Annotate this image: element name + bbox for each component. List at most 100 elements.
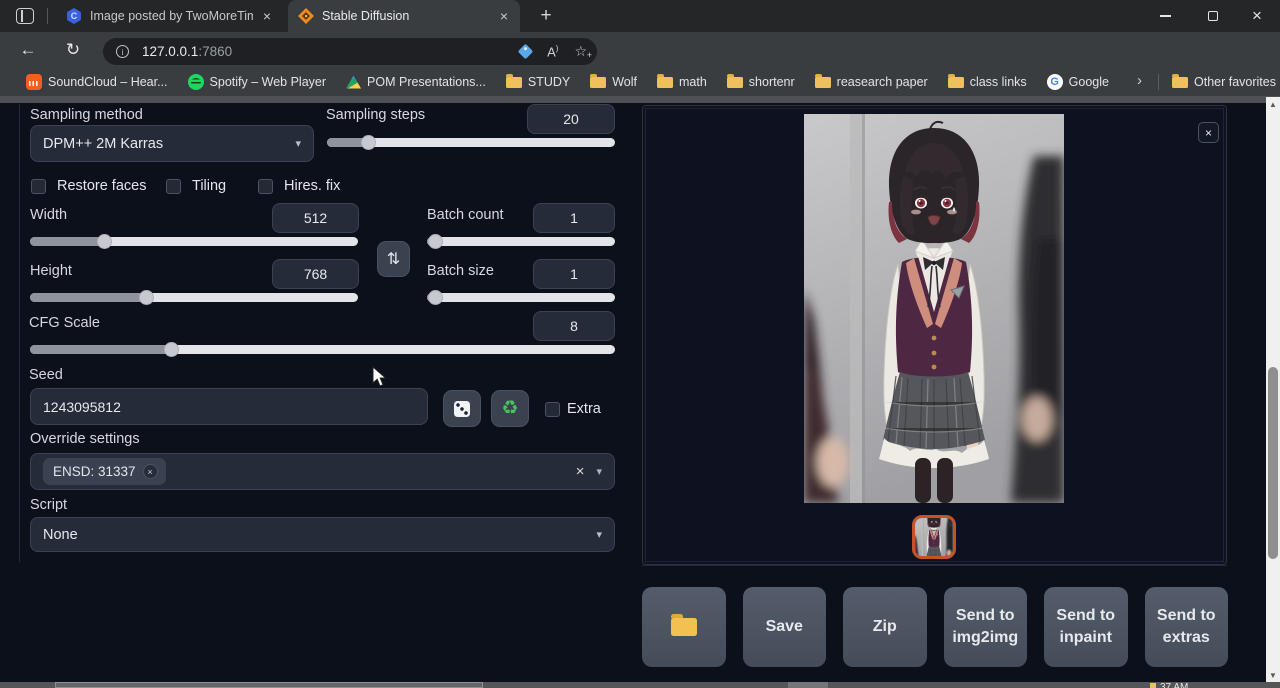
send-to-extras-button[interactable]: Send to extras bbox=[1145, 587, 1229, 667]
spotify-icon bbox=[188, 74, 204, 90]
height-input[interactable] bbox=[272, 259, 359, 289]
chevron-down-icon[interactable]: ▾ bbox=[596, 465, 602, 478]
bookmark-pom-presentations[interactable]: POM Presentations... bbox=[346, 75, 486, 89]
taskbar-clock: 37 AM bbox=[1150, 682, 1188, 688]
batch-count-input[interactable] bbox=[533, 203, 615, 233]
google-icon: G bbox=[1047, 74, 1063, 90]
site-info-icon[interactable]: i bbox=[116, 45, 129, 58]
bookmark-folder-wolf[interactable]: Wolf bbox=[590, 75, 637, 89]
horizontal-scrollbar-thumb[interactable] bbox=[55, 682, 483, 688]
bookmarks-overflow-chevron[interactable]: › bbox=[1137, 72, 1142, 89]
extra-checkbox[interactable] bbox=[545, 402, 560, 417]
divider bbox=[47, 8, 48, 24]
sampling-method-label: Sampling method bbox=[30, 107, 143, 123]
random-seed-button[interactable] bbox=[443, 390, 481, 427]
bookmark-folder-class-links[interactable]: class links bbox=[948, 75, 1027, 89]
refresh-button[interactable]: ↻ bbox=[60, 37, 86, 63]
address-bar[interactable]: i 127.0.0.1:7860 A) ☆+ bbox=[103, 38, 597, 65]
cfg-scale-input[interactable] bbox=[533, 311, 615, 341]
back-button[interactable]: ← bbox=[15, 37, 41, 63]
add-favorite-icon[interactable]: ☆+ bbox=[574, 43, 587, 60]
bookmark-soundcloud[interactable]: SoundCloud – Hear... bbox=[26, 74, 168, 90]
bookmark-google[interactable]: GGoogle bbox=[1047, 74, 1109, 90]
restore-faces-checkbox[interactable] bbox=[31, 179, 46, 194]
bookmark-folder-shortenr[interactable]: shortenr bbox=[727, 75, 795, 89]
scrolled-header-strip bbox=[0, 96, 1280, 103]
extra-label: Extra bbox=[567, 401, 601, 417]
gradio-favicon bbox=[298, 8, 314, 24]
close-tab-icon[interactable]: × bbox=[498, 8, 510, 24]
hires-fix-label: Hires. fix bbox=[284, 178, 340, 194]
clear-all-icon[interactable]: × bbox=[576, 463, 585, 480]
scroll-down-icon[interactable]: ▼ bbox=[1266, 668, 1280, 682]
zip-button[interactable]: Zip bbox=[843, 587, 927, 667]
minimize-button[interactable] bbox=[1142, 0, 1188, 32]
mouse-cursor bbox=[372, 366, 388, 388]
close-tab-icon[interactable]: × bbox=[261, 8, 273, 24]
new-tab-button[interactable]: + bbox=[532, 2, 560, 30]
override-chip-text: ENSD: 31337 bbox=[53, 464, 136, 479]
other-favorites[interactable]: Other favorites bbox=[1172, 68, 1276, 96]
tab-actions-icon[interactable] bbox=[16, 8, 34, 24]
width-label: Width bbox=[30, 207, 67, 223]
chevron-down-icon: ▾ bbox=[596, 528, 602, 541]
height-label: Height bbox=[30, 263, 72, 279]
sampling-steps-input[interactable] bbox=[527, 104, 615, 134]
vertical-scrollbar[interactable]: ▲ ▼ bbox=[1266, 97, 1280, 682]
close-window-button[interactable]: × bbox=[1234, 0, 1280, 32]
browser-tab-civitai[interactable]: C Image posted by TwoMoreTimes × bbox=[56, 0, 283, 32]
gallery-thumbnail-selected[interactable] bbox=[912, 515, 956, 559]
seed-input[interactable] bbox=[30, 388, 428, 425]
send-to-inpaint-button[interactable]: Send to inpaint bbox=[1044, 587, 1128, 667]
reuse-seed-button[interactable]: ♻ bbox=[491, 390, 529, 427]
tiling-label: Tiling bbox=[192, 178, 226, 194]
read-aloud-icon[interactable]: A) bbox=[547, 44, 558, 59]
divider bbox=[642, 565, 1227, 566]
browser-titlebar: C Image posted by TwoMoreTimes × Stable … bbox=[0, 0, 1280, 32]
tiling-checkbox[interactable] bbox=[166, 179, 181, 194]
tab-title: Image posted by TwoMoreTimes bbox=[90, 9, 253, 23]
bookmark-folder-research-paper[interactable]: reasearch paper bbox=[815, 75, 928, 89]
scroll-up-icon[interactable]: ▲ bbox=[1266, 97, 1280, 111]
folder-icon bbox=[1172, 77, 1188, 88]
folder-icon bbox=[671, 618, 697, 636]
bookmark-folder-math[interactable]: math bbox=[657, 75, 707, 89]
batch-size-input[interactable] bbox=[533, 259, 615, 289]
action-buttons-row: Save Zip Send to img2img Send to inpaint… bbox=[642, 587, 1228, 667]
tab-title: Stable Diffusion bbox=[322, 9, 490, 23]
folder-icon bbox=[657, 77, 673, 88]
remove-chip-icon[interactable]: × bbox=[143, 464, 158, 479]
folder-icon bbox=[815, 77, 831, 88]
civitai-favicon: C bbox=[66, 8, 82, 24]
override-chip[interactable]: ENSD: 31337 × bbox=[43, 458, 166, 485]
folder-icon bbox=[590, 77, 606, 88]
swap-dimensions-button[interactable]: ⇅ bbox=[377, 241, 410, 277]
soundcloud-icon bbox=[26, 74, 42, 90]
override-settings-box[interactable]: ENSD: 31337 × × ▾ bbox=[30, 453, 615, 490]
script-dropdown[interactable]: None ▾ bbox=[30, 517, 615, 552]
scrollbar-thumb[interactable] bbox=[1268, 367, 1278, 559]
hires-fix-checkbox[interactable] bbox=[258, 179, 273, 194]
sampling-method-dropdown[interactable]: DPM++ 2M Karras ▾ bbox=[30, 125, 314, 162]
folder-icon bbox=[506, 77, 522, 88]
save-button[interactable]: Save bbox=[743, 587, 827, 667]
restore-faces-label: Restore faces bbox=[57, 178, 146, 194]
bookmark-spotify[interactable]: Spotify – Web Player bbox=[188, 74, 327, 90]
open-folder-button[interactable] bbox=[642, 587, 726, 667]
generated-image[interactable] bbox=[804, 114, 1064, 503]
bookmark-folder-study[interactable]: STUDY bbox=[506, 75, 570, 89]
close-gallery-button[interactable]: × bbox=[1198, 122, 1219, 143]
script-label: Script bbox=[30, 497, 67, 513]
dice-icon bbox=[454, 401, 470, 417]
divider bbox=[1158, 74, 1159, 90]
batch-count-label: Batch count bbox=[427, 207, 504, 223]
browser-toolbar: ← ↻ i 127.0.0.1:7860 A) ☆+ » IA AD S Y M… bbox=[0, 32, 1280, 68]
width-input[interactable] bbox=[272, 203, 359, 233]
browser-tab-stable-diffusion[interactable]: Stable Diffusion × bbox=[288, 0, 520, 32]
panel-border bbox=[19, 104, 20, 562]
price-tag-icon[interactable] bbox=[518, 44, 534, 60]
maximize-button[interactable] bbox=[1190, 0, 1236, 32]
send-to-img2img-button[interactable]: Send to img2img bbox=[944, 587, 1028, 667]
batch-size-label: Batch size bbox=[427, 263, 494, 279]
swap-icon: ⇅ bbox=[387, 249, 400, 269]
